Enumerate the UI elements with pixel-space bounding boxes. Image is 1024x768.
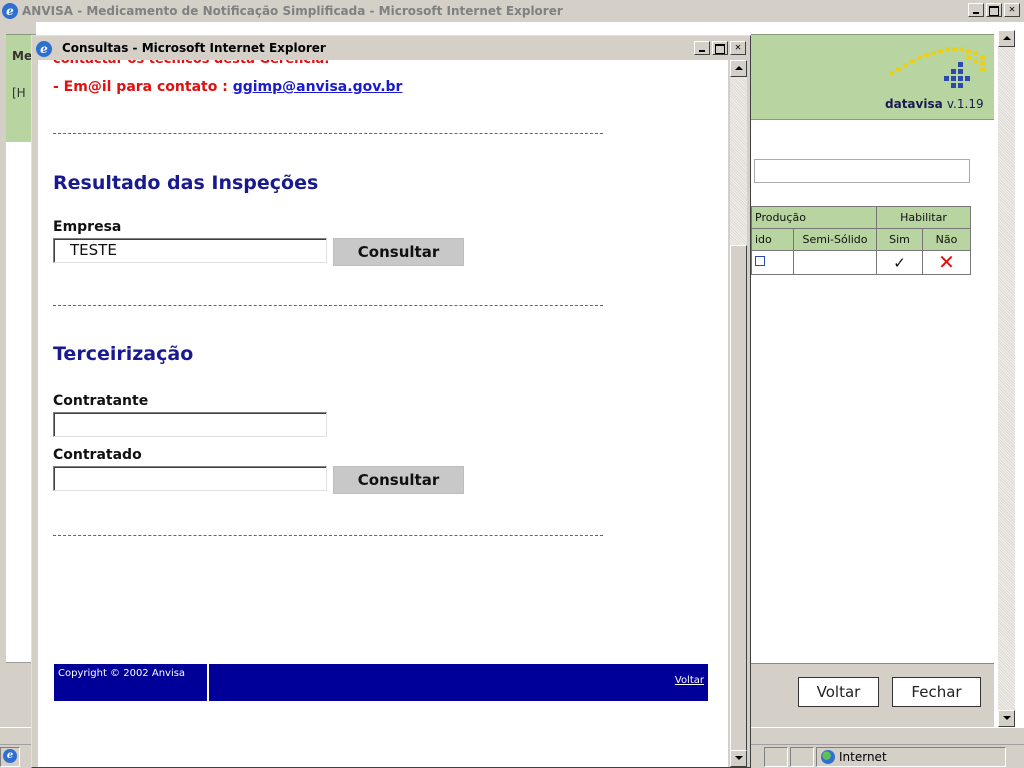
terceirizacao-section-title: Terceirização — [53, 343, 194, 365]
inspecoes-section-title: Resultado das Inspeções — [53, 172, 319, 194]
footer-separator — [207, 664, 209, 701]
scroll-thumb[interactable] — [730, 245, 747, 767]
background-main-content — [751, 121, 994, 663]
table-cell — [793, 250, 877, 275]
background-label-fragment: Me — [12, 49, 33, 63]
datavisa-logo-text: datavisa v.1.19 — [885, 97, 984, 111]
scroll-down-button[interactable] — [998, 710, 1015, 727]
minimize-button[interactable] — [968, 3, 984, 17]
popup-content: contactar os técnicos desta Gerência. - … — [38, 60, 728, 767]
contratante-input[interactable] — [53, 412, 327, 437]
consultar-inspecoes-button[interactable]: Consultar — [333, 238, 464, 266]
fechar-button[interactable]: Fechar — [892, 677, 981, 707]
empresa-input[interactable]: TESTE — [53, 238, 327, 263]
email-link[interactable]: ggimp@anvisa.gov.br — [233, 79, 403, 95]
popup-vertical-scrollbar[interactable] — [730, 60, 747, 767]
close-button[interactable]: ✕ — [1004, 3, 1020, 17]
column-header: Não — [922, 228, 971, 251]
background-window-title: ANVISA - Medicamento de Notificação Simp… — [22, 4, 563, 18]
background-header: datavisa v.1.19 — [751, 34, 994, 120]
checkbox-icon[interactable] — [755, 256, 765, 266]
status-page-cell: e — [0, 747, 20, 767]
contratante-label: Contratante — [53, 393, 149, 409]
checkmark-icon[interactable]: ✓ — [893, 254, 906, 272]
internet-explorer-icon: e — [2, 3, 18, 19]
table-cell — [751, 250, 794, 275]
footer-voltar-link[interactable]: Voltar — [675, 675, 704, 687]
popup-footer: Copyright © 2002 Anvisa Voltar — [54, 664, 708, 701]
internet-explorer-icon: e — [36, 41, 52, 57]
scroll-down-button[interactable] — [730, 750, 747, 767]
maximize-button[interactable] — [712, 41, 728, 55]
page-icon: e — [3, 749, 17, 763]
red-x-icon[interactable]: ✕ — [938, 250, 955, 274]
status-cell — [790, 747, 814, 767]
contratado-label: Contratado — [53, 447, 142, 463]
dashed-divider — [53, 305, 603, 306]
table-header-row: Produção Habilitar — [751, 206, 971, 229]
globe-icon — [821, 750, 835, 764]
table-cell: ✕ — [922, 250, 971, 275]
background-window-titlebar[interactable]: e ANVISA - Medicamento de Notificação Si… — [0, 0, 1024, 22]
status-zone-label: Internet — [839, 750, 887, 764]
dashed-divider — [53, 535, 603, 536]
contact-text-cut: contactar os técnicos desta Gerência. — [53, 60, 329, 68]
contratado-input[interactable] — [53, 466, 327, 491]
background-vertical-scrollbar[interactable] — [998, 30, 1015, 727]
maximize-button[interactable] — [986, 3, 1002, 17]
scroll-up-button[interactable] — [998, 30, 1015, 47]
logo-version: v.1.19 — [946, 97, 984, 111]
scroll-up-button[interactable] — [730, 60, 747, 77]
background-window-controls: ✕ — [966, 3, 1020, 17]
email-contact-line: - Em@il para contato : ggimp@anvisa.gov.… — [53, 78, 402, 96]
column-header: ido — [751, 228, 794, 251]
email-prefix: - Em@il para contato : — [53, 79, 233, 95]
voltar-button[interactable]: Voltar — [798, 677, 879, 707]
status-zone: Internet — [816, 747, 1006, 767]
column-group-header: Produção — [751, 206, 877, 229]
background-search-input[interactable] — [754, 159, 970, 183]
background-label-fragment: [H — [12, 86, 26, 100]
popup-titlebar[interactable]: e Consultas - Microsoft Internet Explore… — [34, 38, 748, 60]
popup-title: Consultas - Microsoft Internet Explorer — [62, 41, 326, 55]
empresa-label: Empresa — [53, 219, 122, 235]
consultas-popup-window: e Consultas - Microsoft Internet Explore… — [31, 35, 751, 768]
consultar-terceirizacao-button[interactable]: Consultar — [333, 466, 464, 494]
logo-brand: datavisa — [885, 97, 943, 111]
column-group-header: Habilitar — [876, 206, 971, 229]
datavisa-logo-icon — [889, 47, 985, 88]
column-header: Semi-Sólido — [793, 228, 877, 251]
close-button[interactable]: ✕ — [730, 41, 746, 55]
table-subheader-row: ido Semi-Sólido Sim Não — [751, 228, 971, 251]
column-header: Sim — [876, 228, 923, 251]
dashed-divider — [53, 133, 603, 134]
copyright-text: Copyright © 2002 Anvisa — [58, 668, 186, 679]
minimize-button[interactable] — [694, 41, 710, 55]
table-cell: ✓ — [876, 250, 923, 275]
table-row: ✓ ✕ — [751, 250, 971, 275]
popup-window-controls: ✕ — [692, 41, 746, 55]
status-cell — [764, 747, 788, 767]
background-results-table: Produção Habilitar ido Semi-Sólido Sim N… — [751, 206, 971, 275]
